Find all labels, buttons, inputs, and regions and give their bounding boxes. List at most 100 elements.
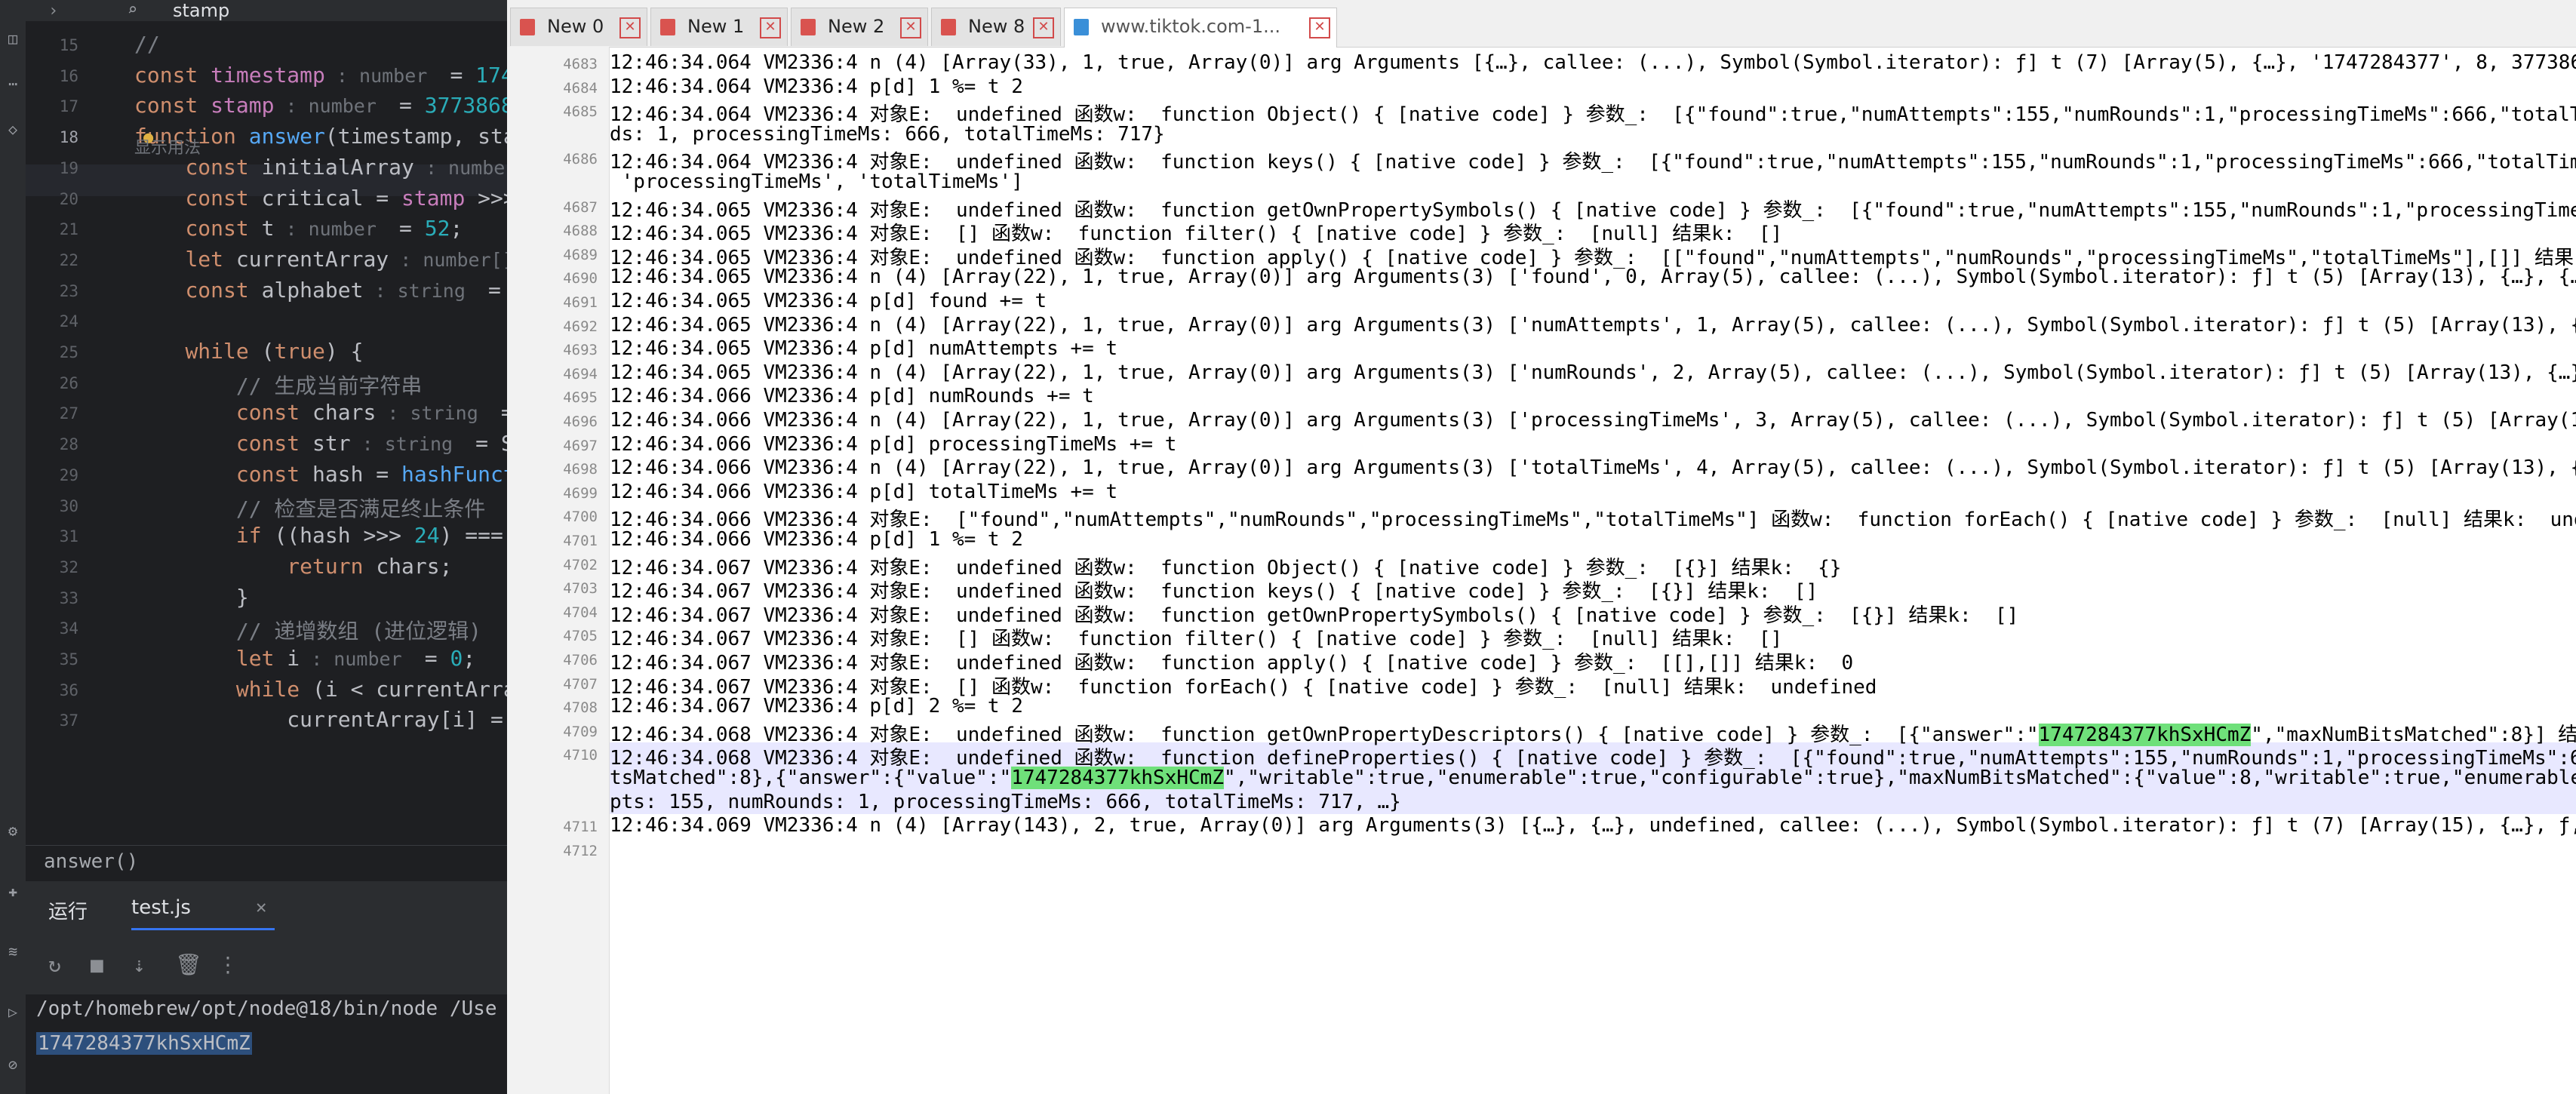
structure-icon[interactable]: ⋯ xyxy=(5,75,21,92)
tab-close-icon[interactable]: ✕ xyxy=(1309,17,1330,38)
log-line[interactable]: 12:46:34.066 VM2336:4 p[d] numRounds += … xyxy=(610,385,1094,407)
close-icon[interactable]: ✕ xyxy=(256,896,266,917)
breadcrumb[interactable]: answer() xyxy=(44,850,138,873)
line-number: 4709 xyxy=(563,723,598,740)
code-line[interactable]: const critical = stamp >>> 2 xyxy=(134,186,507,211)
log-text: pts: 155, numRounds: 1, processingTimeMs… xyxy=(610,790,1401,813)
text-editor[interactable]: 12:46:34.064 VM2336:4 n (4) [Array(33), … xyxy=(610,47,2576,1094)
plugin-icon[interactable]: ✚ xyxy=(5,883,21,899)
code-token: t xyxy=(261,216,275,241)
code-line[interactable]: if ((hash >>> 24) === cr xyxy=(134,523,507,548)
code-line[interactable]: let i : number = 0; xyxy=(134,646,475,671)
line-number: 26 xyxy=(59,373,78,392)
code-line[interactable]: while (i < currentArray. xyxy=(134,677,507,702)
code-line[interactable]: // xyxy=(134,32,160,57)
code-line[interactable]: return chars; xyxy=(134,554,452,579)
commit-icon[interactable]: ◇ xyxy=(5,121,21,137)
log-line[interactable]: 12:46:34.066 VM2336:4 p[d] processingTim… xyxy=(610,433,1176,456)
code-token: const xyxy=(134,93,211,118)
log-line[interactable]: 12:46:34.065 VM2336:4 n (4) [Array(22), … xyxy=(610,314,2576,336)
rerun-icon[interactable]: ↻ xyxy=(48,952,61,977)
code-line[interactable]: const timestamp : number = 1747 xyxy=(134,63,507,88)
layers-icon[interactable]: ≋ xyxy=(5,943,21,960)
code-line[interactable]: while (true) { xyxy=(134,339,363,364)
tab-new-0[interactable]: New 0 ✕ xyxy=(510,8,647,46)
line-number: 34 xyxy=(59,619,78,638)
log-text: 12:46:34.064 VM2336:4 n (4) [Array(33), … xyxy=(610,51,2576,74)
trash-icon[interactable]: 🗑 xyxy=(175,952,202,977)
line-number: 4701 xyxy=(563,533,598,549)
log-line[interactable]: 'processingTimeMs', 'totalTimeMs'] xyxy=(610,171,1023,193)
code-line[interactable]: const t : number = 52; xyxy=(134,216,463,241)
log-line[interactable]: 12:46:34.065 VM2336:4 p[d] numAttempts +… xyxy=(610,337,1117,360)
code-line[interactable]: const str : string = St xyxy=(134,431,507,456)
line-number: 19 xyxy=(59,158,78,177)
code-line[interactable]: const stamp : number = 37738683 xyxy=(134,93,507,118)
log-line[interactable]: 12:46:34.065 VM2336:4 p[d] found += t xyxy=(610,290,1047,312)
tab-close-icon[interactable]: ✕ xyxy=(760,17,781,38)
log-line[interactable]: 12:46:34.066 VM2336:4 p[d] 1 %= t 2 xyxy=(610,528,1023,551)
log-text: ds: 1, processingTimeMs: 666, totalTimeM… xyxy=(610,122,1165,146)
code-token: = xyxy=(450,62,476,88)
scroll-to-end-icon[interactable]: ⇣ xyxy=(133,952,146,977)
tab-new-3[interactable]: New 8 ✕ xyxy=(931,8,1061,46)
log-line[interactable]: pts: 155, numRounds: 1, processingTimeMs… xyxy=(610,791,1401,813)
log-line[interactable]: 12:46:34.067 VM2336:4 p[d] 2 %= t 2 xyxy=(610,695,1023,718)
project-icon[interactable]: ◫ xyxy=(5,30,21,47)
log-line[interactable]: tsMatched":8},{"answer":{"value":"174728… xyxy=(610,767,2576,789)
more-options-icon[interactable]: ⋮ xyxy=(217,952,238,977)
run-tab-test-js[interactable]: test.js xyxy=(131,896,191,919)
log-line[interactable]: 12:46:34.066 VM2336:4 p[d] totalTimeMs +… xyxy=(610,481,1117,503)
tab-close-icon[interactable]: ✕ xyxy=(619,17,641,38)
log-line[interactable]: 12:46:34.066 VM2336:4 n (4) [Array(22), … xyxy=(610,409,2576,432)
log-line[interactable]: 12:46:34.066 VM2336:4 n (4) [Array(22), … xyxy=(610,456,2576,479)
search-bar[interactable]: › ⌕ stamp xyxy=(26,0,507,21)
code-line[interactable]: // 检查是否满足终止条件 xyxy=(134,493,486,523)
log-line[interactable]: 12:46:34.065 VM2336:4 n (4) [Array(22), … xyxy=(610,266,2576,288)
log-line[interactable]: 12:46:34.064 VM2336:4 p[d] 1 %= t 2 xyxy=(610,75,1023,98)
code-token: hash = xyxy=(312,461,402,487)
code-line[interactable]: const alphabet : string = ' xyxy=(134,278,507,303)
code-line[interactable]: currentArray[i] = (c xyxy=(134,707,507,732)
search-input[interactable]: stamp xyxy=(173,0,229,21)
code-token: const xyxy=(235,461,313,487)
code-token: 1747 xyxy=(475,62,507,88)
code-line[interactable]: // 生成当前字符串 xyxy=(134,370,423,400)
log-text: ","writable":true,"enumerable":true,"con… xyxy=(1223,767,2576,789)
tab-new-2[interactable]: New 2 ✕ xyxy=(791,8,928,46)
console-output[interactable]: /opt/homebrew/opt/node@18/bin/node /Use … xyxy=(26,994,507,1094)
log-line[interactable]: 12:46:34.064 VM2336:4 n (4) [Array(33), … xyxy=(610,51,2576,74)
code-token: ; xyxy=(463,646,476,671)
console-result[interactable]: 1747284377khSxHCmZ xyxy=(36,1032,252,1055)
code-token: hashFunctic xyxy=(401,461,507,487)
log-line[interactable]: 12:46:34.069 VM2336:4 n (4) [Array(143),… xyxy=(610,814,2576,837)
run-panel-header: 运行 test.js ✕ xyxy=(26,881,507,934)
problems-icon[interactable]: ⊘ xyxy=(5,1056,21,1073)
tab-close-icon[interactable]: ✕ xyxy=(1033,17,1054,38)
code-token: } xyxy=(134,584,249,610)
tab-close-icon[interactable]: ✕ xyxy=(900,17,921,38)
code-token: : string xyxy=(350,433,476,456)
line-number: 4697 xyxy=(563,437,598,454)
terminal-icon[interactable]: ▷ xyxy=(5,1003,21,1020)
line-number: 15 xyxy=(59,36,78,54)
usages-hint[interactable]: 显示用法 xyxy=(134,134,201,158)
log-line[interactable]: 12:46:34.065 VM2336:4 n (4) [Array(22), … xyxy=(610,361,2576,384)
document-icon xyxy=(520,19,535,35)
settings-icon[interactable]: ⚙ xyxy=(5,822,21,839)
code-token: (timestamp, stamp xyxy=(324,124,507,149)
code-line[interactable]: } xyxy=(134,585,249,610)
chevron-right-icon[interactable]: › xyxy=(48,2,58,20)
log-line[interactable]: ds: 1, processingTimeMs: 666, totalTimeM… xyxy=(610,123,1165,146)
tab-active[interactable]: www.tiktok.com-1... ✕ xyxy=(1064,8,1337,48)
code-line[interactable]: const chars : string = xyxy=(134,400,507,425)
stop-icon[interactable]: ■ xyxy=(91,952,103,977)
code-line[interactable]: // 递增数组 (进位逻辑) xyxy=(134,615,481,645)
code-token: ; xyxy=(450,216,463,241)
tab-new-1[interactable]: New 1 ✕ xyxy=(650,8,788,46)
code-line[interactable]: const hash = hashFunctic xyxy=(134,462,507,487)
line-number: 4699 xyxy=(563,484,598,502)
code-line[interactable]: let currentArray : number[] xyxy=(134,247,507,272)
